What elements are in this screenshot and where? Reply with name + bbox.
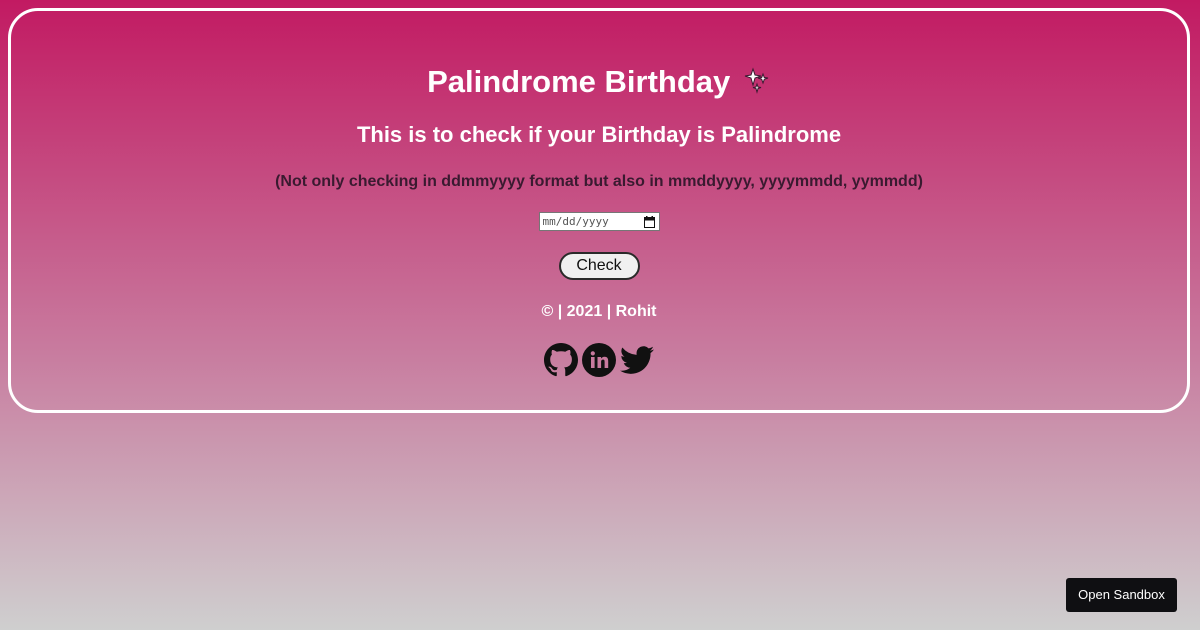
social-links xyxy=(11,343,1187,377)
check-button[interactable]: Check xyxy=(558,252,640,280)
page-title: Palindrome Birthday xyxy=(11,62,1187,104)
date-input-wrapper: mm/dd/yyyy xyxy=(11,212,1187,231)
linkedin-icon[interactable] xyxy=(582,343,616,377)
calendar-icon[interactable] xyxy=(643,216,655,231)
birthday-date-input[interactable]: mm/dd/yyyy xyxy=(538,212,660,231)
check-button-wrapper: Check xyxy=(11,252,1187,280)
page-title-text: Palindrome Birthday xyxy=(427,64,731,99)
date-placeholder: mm/dd/yyyy xyxy=(542,215,609,228)
main-card: Palindrome Birthday This is to check if … xyxy=(8,8,1190,413)
open-sandbox-button[interactable]: Open Sandbox xyxy=(1066,578,1177,612)
github-icon[interactable] xyxy=(544,343,578,377)
page-subtitle: This is to check if your Birthday is Pal… xyxy=(356,122,842,147)
footer-credit: © | 2021 | Rohit xyxy=(541,303,657,320)
format-note: (Not only checking in ddmmyyyy format bu… xyxy=(275,173,923,190)
twitter-icon[interactable] xyxy=(620,343,654,377)
sparkles-icon xyxy=(743,64,771,104)
